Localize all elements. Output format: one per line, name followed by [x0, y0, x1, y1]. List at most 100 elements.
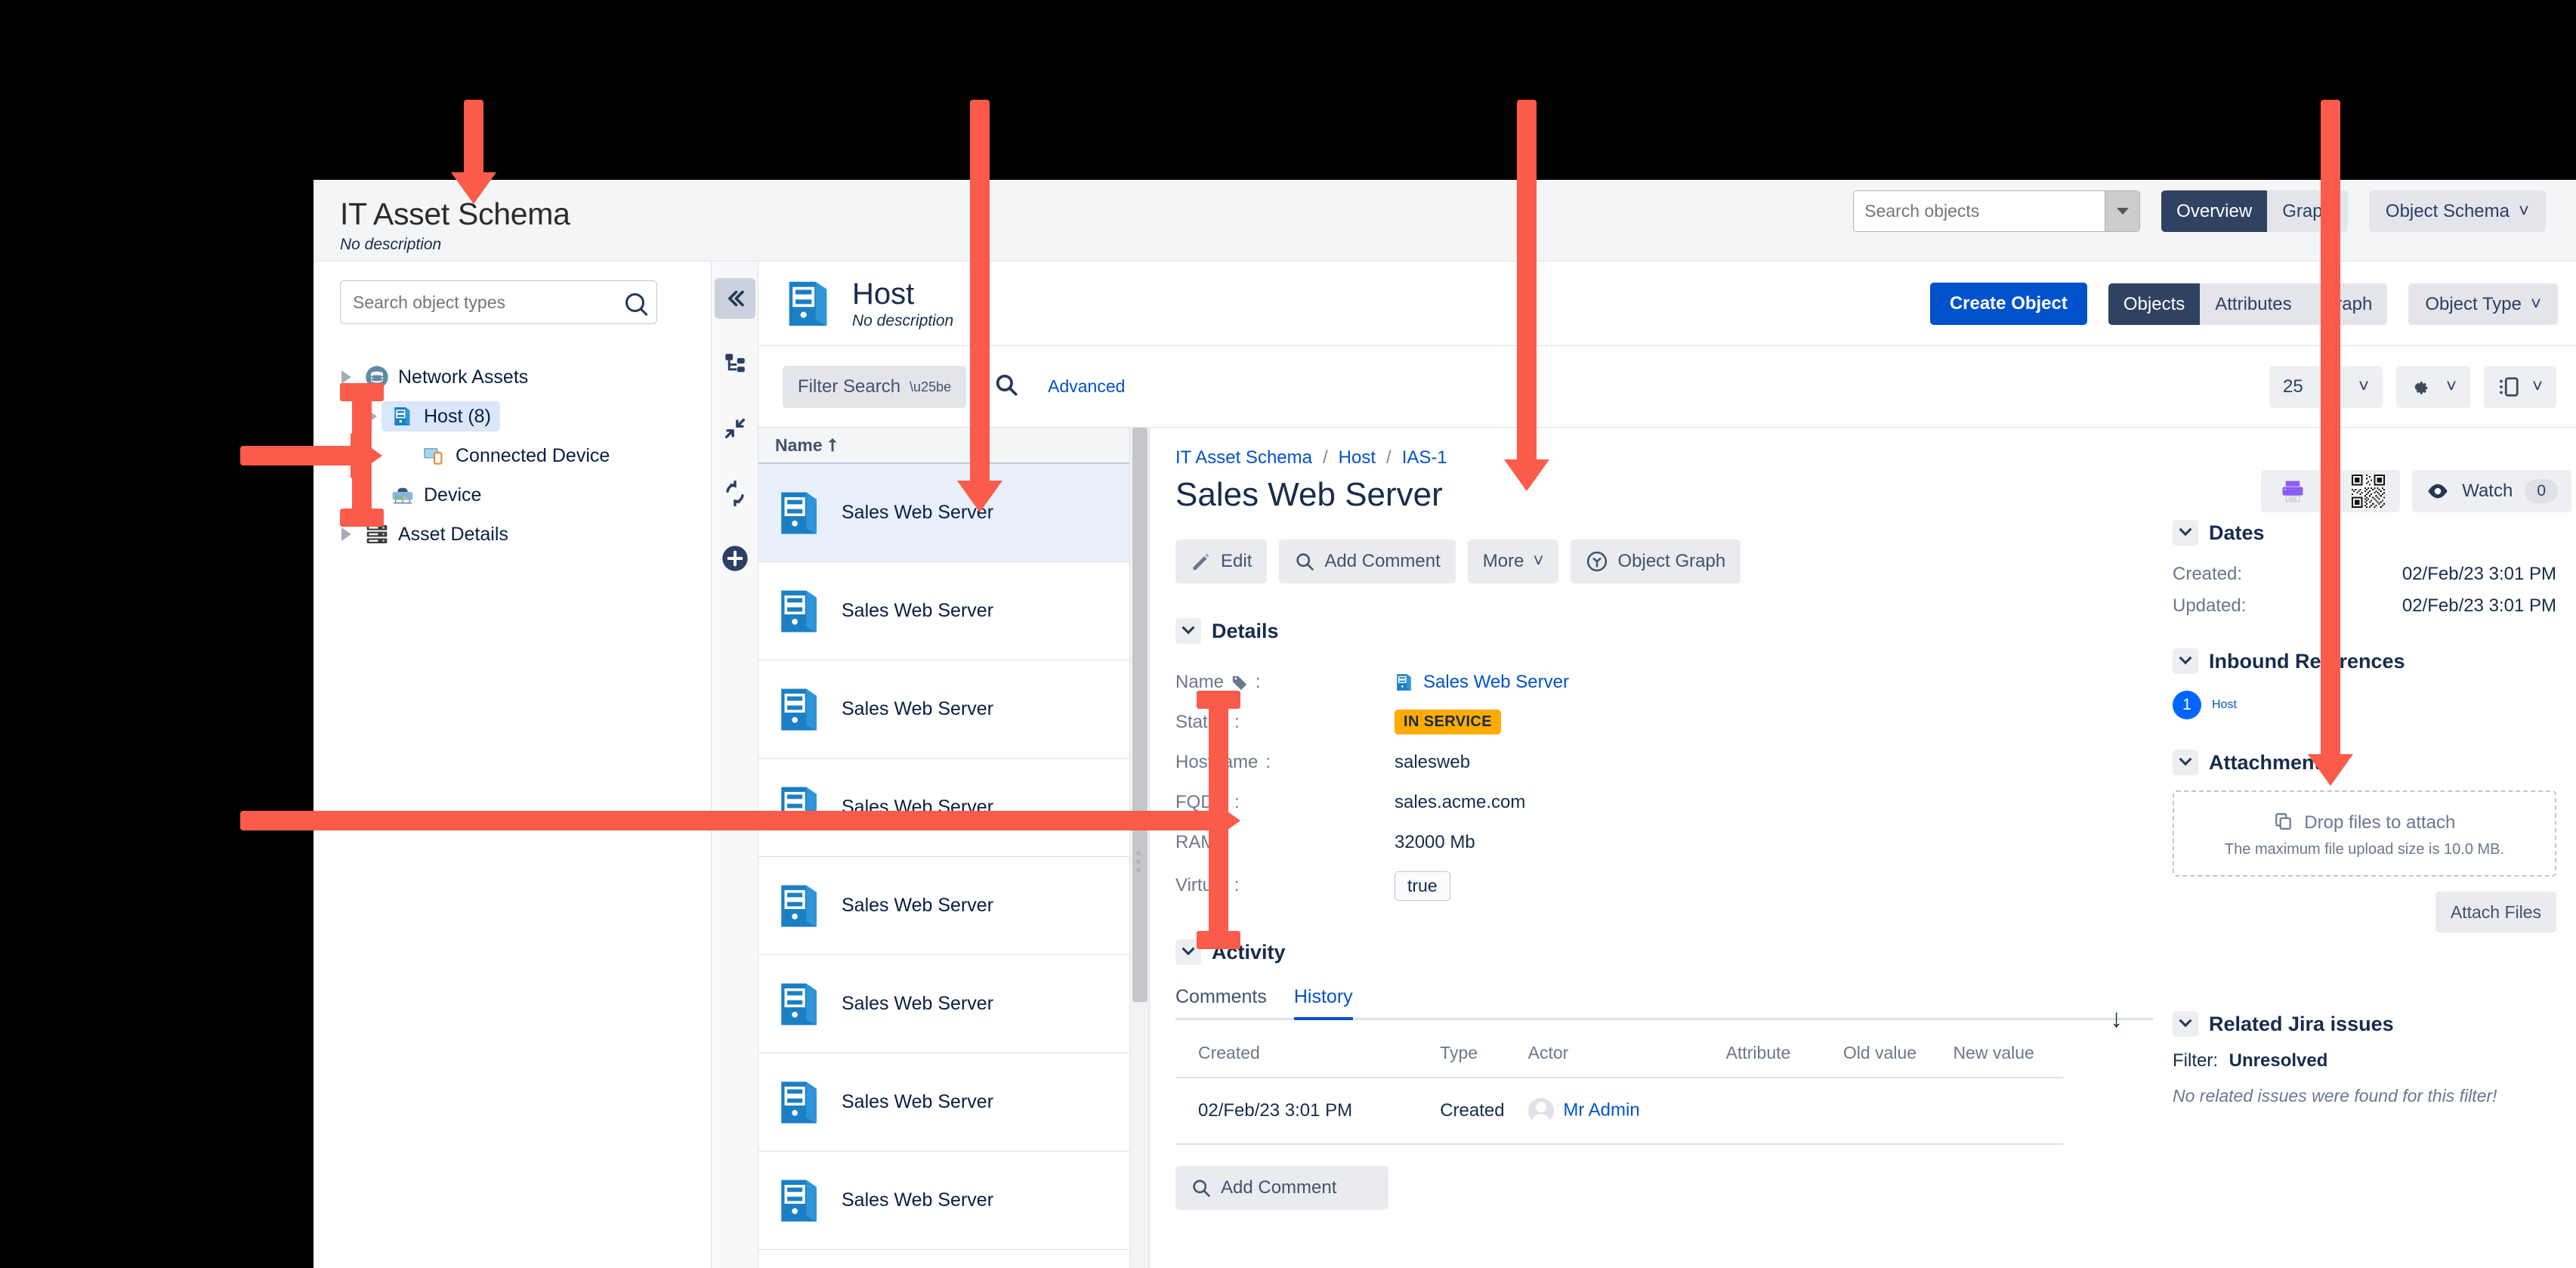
object-list-header[interactable]: Name ⭡ — [758, 428, 1129, 464]
breadcrumb-item-host[interactable]: Host — [1339, 447, 1376, 469]
breadcrumb-item-ias-1[interactable]: IAS-1 — [1402, 447, 1447, 469]
chevron-down-icon[interactable] — [1175, 939, 1201, 965]
sidebar-item-device[interactable]: Device — [336, 475, 711, 515]
refresh-icon[interactable] — [715, 473, 755, 514]
list-item[interactable]: Sales Web Server — [758, 562, 1129, 660]
list-item[interactable]: Sales Web Server — [758, 1053, 1129, 1152]
updated-label: Updated: — [2173, 595, 2247, 616]
actor-link[interactable]: Mr Admin — [1563, 1099, 1639, 1120]
collapse-all-icon[interactable] — [715, 408, 755, 449]
add-object-type-icon[interactable] — [715, 538, 755, 579]
chevron-down-icon: ˅ — [2518, 201, 2529, 221]
server-icon — [781, 590, 817, 632]
tab-comments[interactable]: Comments — [1175, 986, 1267, 1018]
print-button[interactable] — [2261, 470, 2325, 512]
list-item[interactable]: Sales Web Server — [758, 1250, 1129, 1268]
breadcrumb-separator: / — [1386, 447, 1391, 468]
page-size-select[interactable]: 25 ˅ — [2269, 365, 2383, 408]
hierarchy-icon[interactable] — [715, 343, 755, 384]
object-type-search[interactable] — [340, 280, 657, 324]
advanced-link[interactable]: Advanced — [1048, 376, 1125, 397]
tab-graph-top[interactable]: Graph — [2267, 190, 2348, 232]
attribute-key-label: Hostname — [1175, 751, 1259, 772]
screenshot-root: IT Asset Schema No description Search ob… — [0, 0, 2576, 1268]
collapse-panel-icon[interactable] — [714, 278, 755, 319]
search-icon[interactable] — [993, 372, 1019, 401]
attachment-dropzone[interactable]: Drop files to attach The maximum file up… — [2173, 790, 2556, 877]
pane-resize-grip[interactable] — [1136, 851, 1142, 881]
breadcrumb-item-schema[interactable]: IT Asset Schema — [1175, 447, 1312, 469]
filter-search-label: Filter Search — [798, 376, 901, 397]
list-item-label: Sales Web Server — [842, 1189, 994, 1211]
attribute-value-link[interactable]: Sales Web Server — [1423, 672, 1569, 693]
expand-chevron-icon[interactable] — [336, 527, 356, 541]
gear-icon — [2414, 381, 2428, 394]
layout-button[interactable]: ˅ — [2483, 365, 2556, 408]
tab-attributes[interactable]: Attributes — [2200, 283, 2307, 325]
attribute-value: true — [1395, 871, 1450, 901]
watch-button[interactable]: Watch 0 — [2412, 470, 2571, 512]
attribute-value: salesweb — [1395, 751, 1471, 772]
search-objects-input[interactable] — [1854, 191, 2105, 231]
down-arrow-icon[interactable]: ↓ — [2110, 1004, 2123, 1034]
chevron-down-icon[interactable] — [2173, 648, 2198, 674]
more-button[interactable]: More ˅ — [1467, 540, 1559, 583]
qr-code-icon — [2352, 475, 2386, 508]
create-object-button[interactable]: Create Object — [1929, 283, 2087, 325]
object-list-body[interactable]: Sales Web Server Sales Web Server Sales We… — [758, 464, 1129, 1268]
list-item[interactable]: Sales Web Server — [758, 1152, 1129, 1250]
object-schema-menu-button[interactable]: Object Schema ˅ — [2368, 190, 2546, 232]
attachments-header[interactable]: Attachments — [2173, 750, 2556, 775]
filter-search-button[interactable]: Filter Search \u25be — [783, 365, 967, 408]
expand-chevron-icon[interactable] — [336, 370, 356, 384]
object-search[interactable] — [1853, 190, 2141, 232]
object-type-menu-button[interactable]: Object Type ˅ — [2408, 283, 2558, 325]
edit-button[interactable]: Edit — [1175, 540, 1268, 583]
chevron-down-icon[interactable] — [2173, 750, 2198, 775]
object-type-name: Host — [852, 277, 915, 311]
sidebar-item-asset-details[interactable]: Asset Details — [336, 515, 711, 554]
list-item[interactable]: Sales Web Server — [758, 955, 1129, 1053]
list-item[interactable]: Sales Web Server — [758, 464, 1129, 562]
scrollbar-thumb[interactable] — [1132, 428, 1147, 1002]
attribute-value: Sales Web Server — [1395, 671, 1569, 694]
sidebar-item-host[interactable]: Host (8) — [336, 397, 711, 436]
label-tag-icon — [1232, 676, 1247, 690]
app-body: Network Assets — [314, 261, 2576, 1268]
tab-history[interactable]: History — [1293, 986, 1353, 1020]
activity-section-header[interactable]: Activity — [1175, 939, 2153, 965]
chevron-down-icon[interactable] — [2173, 520, 2198, 546]
related-jira-header[interactable]: Related Jira issues — [2173, 1011, 2556, 1037]
search-dropdown-toggle[interactable] — [2105, 191, 2140, 231]
add-comment-button[interactable]: Add Comment — [1279, 540, 1456, 583]
sidebar-item-network-assets[interactable]: Network Assets — [336, 357, 711, 397]
add-comment-button-bottom[interactable]: Add Comment — [1175, 1166, 1388, 1210]
chevron-down-icon[interactable] — [1175, 618, 1201, 644]
settings-button[interactable]: ˅ — [2395, 365, 2470, 408]
jira-filter-value[interactable]: Unresolved — [2229, 1050, 2328, 1071]
chevron-down-icon[interactable] — [2173, 1011, 2198, 1037]
list-item[interactable]: Sales Web Server — [758, 660, 1129, 759]
object-graph-button[interactable]: Object Graph — [1571, 540, 1741, 583]
qr-code-button[interactable] — [2337, 470, 2401, 512]
attach-files-button[interactable]: Attach Files — [2435, 892, 2556, 932]
reference-link-host[interactable]: Host — [2212, 698, 2237, 712]
attribute-key-label: RAM — [1175, 831, 1216, 852]
object-title: Sales Web Server — [1175, 476, 1443, 513]
details-section-header[interactable]: Details — [1175, 618, 2153, 644]
activity-tab-group: Comments History — [1175, 986, 2153, 1020]
sidebar-item-connected-device[interactable]: Connected Device — [336, 436, 711, 475]
tab-objects[interactable]: Objects — [2108, 283, 2201, 325]
column-header-attribute: Attribute — [1725, 1043, 1791, 1062]
inbound-references-header[interactable]: Inbound References — [2173, 648, 2556, 674]
tab-graph[interactable]: Graph — [2306, 283, 2388, 325]
attribute-row: RAM: 32000 Mb — [1175, 822, 2153, 862]
tab-overview[interactable]: Overview — [2161, 190, 2268, 232]
search-object-types-input[interactable] — [353, 292, 625, 313]
list-item[interactable]: Sales Web Server — [758, 759, 1129, 857]
object-type-actions: Create Object Objects Attributes Graph O… — [1929, 283, 2558, 325]
list-item[interactable]: Sales Web Server — [758, 857, 1129, 955]
dates-section-header[interactable]: Dates — [2173, 520, 2556, 546]
object-list-scrollbar[interactable] — [1130, 428, 1150, 1268]
expand-chevron-icon[interactable] — [362, 410, 381, 423]
